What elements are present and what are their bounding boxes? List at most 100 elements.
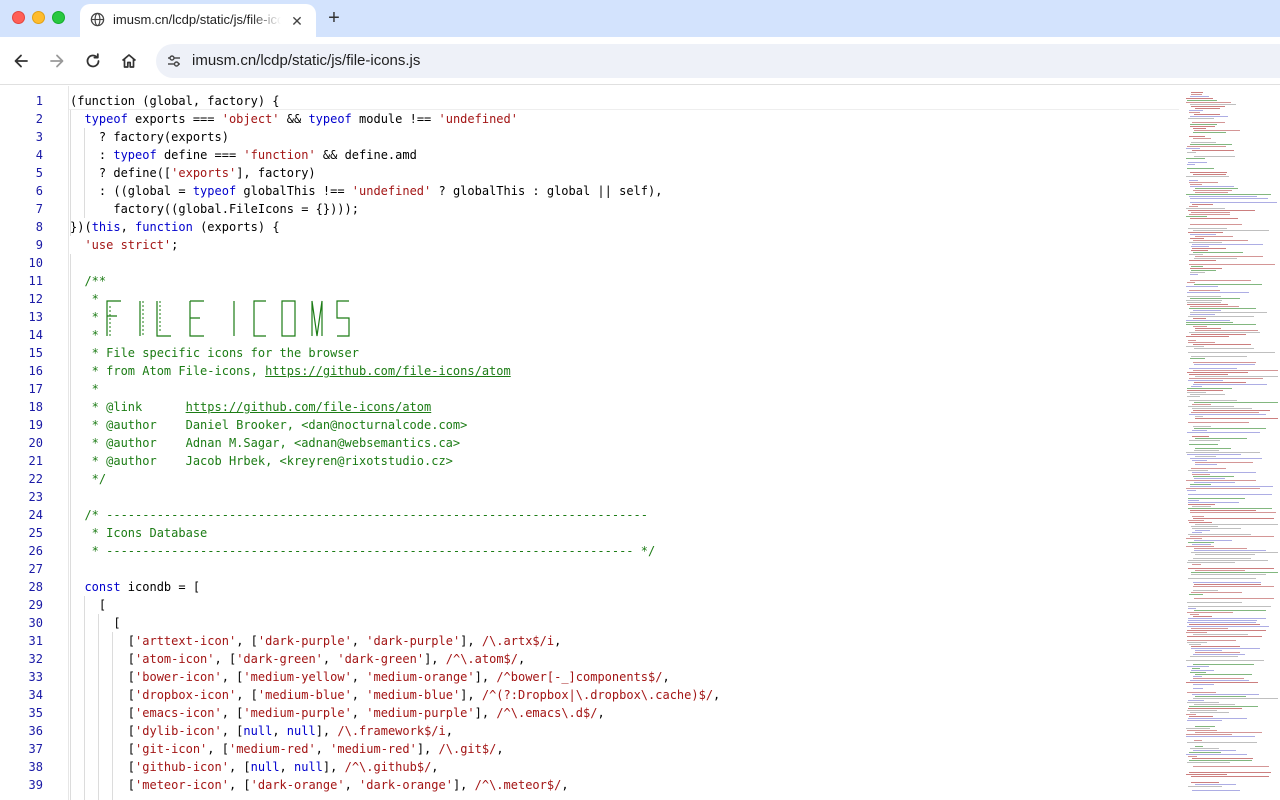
minimap-line (1193, 174, 1226, 175)
minimap-line (1193, 230, 1269, 231)
minimap-line (1195, 256, 1263, 257)
minimap-line (1191, 670, 1214, 671)
minimap-line (1186, 734, 1232, 735)
active-tab[interactable]: imusm.cn/lcdp/static/js/file-icons.js ✕ (80, 4, 316, 37)
code-token: * File specific icons for the browser (70, 346, 359, 360)
minimap-line (1188, 422, 1249, 423)
minimap-line (1190, 116, 1228, 117)
minimap-line (1186, 320, 1230, 321)
code-line: 37 ['git-icon', ['medium-red', 'medium-r… (0, 740, 1180, 758)
minimap-line (1188, 470, 1208, 471)
code-token: , (496, 742, 504, 756)
home-icon[interactable] (119, 51, 139, 71)
minimap-line (1192, 404, 1211, 405)
code-line: 30 [ (0, 614, 1180, 632)
minimap-line (1188, 406, 1234, 407)
code-token: 'function' (243, 148, 316, 162)
minimap-line (1187, 702, 1219, 703)
minimap-line (1190, 224, 1242, 225)
arrow-left-icon[interactable] (11, 51, 31, 71)
window-zoom-button[interactable] (52, 11, 65, 24)
minimap-line (1189, 378, 1263, 379)
code-token: , (713, 688, 721, 702)
minimap-line (1186, 754, 1247, 755)
minimap-line (1193, 688, 1203, 689)
minimap-line (1186, 346, 1204, 347)
minimap-line (1186, 632, 1207, 633)
browser-toolbar: imusm.cn/lcdp/static/js/file-icons.js (0, 37, 1280, 85)
code-line: 23 (0, 488, 1180, 506)
minimap-line (1186, 682, 1258, 683)
minimap-line (1192, 408, 1252, 409)
code-token: 'dark-green' (337, 652, 425, 666)
line-code: ['bower-icon', ['medium-yellow', 'medium… (70, 668, 670, 686)
minimap-line (1193, 318, 1206, 319)
code-line: 1 (function (global, factory) { (0, 92, 1180, 110)
minimap-line (1188, 118, 1214, 119)
tab-strip: imusm.cn/lcdp/static/js/file-icons.js ✕ … (0, 0, 1280, 37)
minimap-line (1193, 684, 1214, 685)
address-bar[interactable]: imusm.cn/lcdp/static/js/file-icons.js (156, 44, 1280, 78)
minimap-line (1194, 540, 1232, 541)
line-code: * @author Jacob Hrbek, <kreyren@rixotstu… (70, 452, 453, 470)
minimap-line (1189, 414, 1266, 415)
minimap-line (1190, 672, 1206, 673)
minimap-line (1189, 716, 1213, 717)
code-token: function (135, 220, 193, 234)
minimap-line (1195, 330, 1258, 331)
minimap-line (1187, 396, 1200, 397)
code-token: })( (70, 220, 92, 234)
code-line: 26 * -----------------------------------… (0, 542, 1180, 560)
window-minimize-button[interactable] (32, 11, 45, 24)
minimap-line (1188, 162, 1207, 163)
reload-icon[interactable] (83, 51, 103, 71)
code-token: typeof (192, 184, 237, 198)
minimap-line (1190, 234, 1216, 235)
minimap-line (1190, 614, 1199, 615)
minimap-line (1189, 264, 1275, 265)
close-icon[interactable]: ✕ (289, 13, 305, 29)
minimap-line (1188, 606, 1271, 607)
line-code: * @author Daniel Brooker, <dan@nocturnal… (70, 416, 468, 434)
code-token: [ (70, 652, 136, 666)
line-code: ['github-icon', [null, null], /^\.github… (70, 758, 439, 776)
line-code: ['dropbox-icon', ['medium-blue', 'medium… (70, 686, 720, 704)
minimap-line (1194, 402, 1278, 403)
minimap-line (1187, 730, 1217, 731)
code-token: exports === (127, 112, 222, 126)
minimap-line (1191, 250, 1208, 251)
minimap-line (1194, 548, 1247, 549)
minimap[interactable] (1183, 92, 1280, 800)
window-close-button[interactable] (12, 11, 25, 24)
minimap-line (1187, 490, 1196, 491)
minimap-line (1189, 180, 1198, 181)
minimap-line (1193, 410, 1270, 411)
minimap-line (1187, 146, 1226, 147)
minimap-line (1191, 92, 1203, 93)
minimap-line (1195, 674, 1252, 675)
code-token: : ((global = (70, 184, 193, 198)
minimap-line (1187, 304, 1228, 305)
arrow-right-icon[interactable] (47, 51, 67, 71)
minimap-line (1191, 386, 1202, 387)
code-line: 38 ['github-icon', [null, null], /^\.git… (0, 758, 1180, 776)
tune-icon[interactable] (166, 53, 182, 69)
code-token: 'medium-orange' (366, 670, 475, 684)
line-number: 5 (35, 166, 43, 180)
minimap-line (1194, 584, 1261, 585)
line-code: * (70, 326, 99, 344)
code-link[interactable]: https://github.com/file-icons/atom (265, 364, 511, 378)
minimap-line (1190, 510, 1256, 511)
url-text[interactable]: imusm.cn/lcdp/static/js/file-icons.js (192, 52, 420, 69)
code-line: 32 ['atom-icon', ['dark-green', 'dark-gr… (0, 650, 1180, 668)
minimap-line (1186, 300, 1222, 301)
minimap-line (1192, 506, 1211, 507)
line-number: 21 (28, 454, 43, 468)
code-token: * @author Adnan M.Sagar, <adnan@webseman… (70, 436, 461, 450)
code-link[interactable]: https://github.com/file-icons/atom (186, 400, 432, 414)
plus-icon[interactable]: + (324, 8, 344, 28)
line-number: 25 (28, 526, 43, 540)
source-viewer[interactable]: 1 (function (global, factory) {2 typeof e… (0, 86, 1280, 800)
code-token: , (554, 634, 562, 648)
